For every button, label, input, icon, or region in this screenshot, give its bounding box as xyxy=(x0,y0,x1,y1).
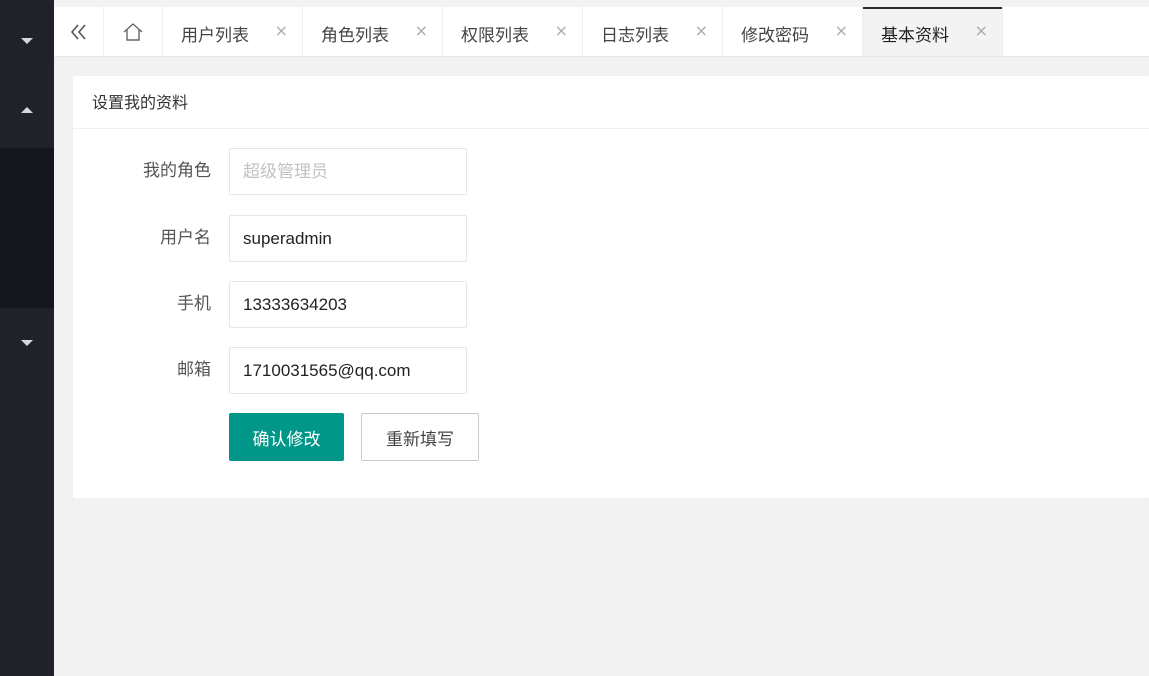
tab-label: 用户列表 xyxy=(181,26,249,46)
close-icon[interactable]: × xyxy=(695,21,708,40)
caret-up-icon xyxy=(21,107,33,113)
tab-role-list[interactable]: 角色列表 × xyxy=(303,7,443,56)
close-icon[interactable]: × xyxy=(975,21,988,40)
email-input[interactable] xyxy=(229,347,467,394)
sidebar xyxy=(0,0,54,676)
close-icon[interactable]: × xyxy=(555,21,568,40)
tab-label: 权限列表 xyxy=(461,26,529,46)
double-chevron-left-icon xyxy=(70,23,86,40)
profile-card: 设置我的资料 我的角色 用户名 手机 邮箱 确认修改 重新填写 xyxy=(73,76,1149,498)
tab-label: 基本资料 xyxy=(881,26,949,46)
card-title: 设置我的资料 xyxy=(73,76,1149,129)
phone-label: 手机 xyxy=(177,294,211,314)
tab-bar: 用户列表 × 角色列表 × 权限列表 × 日志列表 × 修改密码 × 基本资料 … xyxy=(54,7,1149,57)
sidebar-menu-item-1[interactable] xyxy=(0,0,54,82)
collapse-tabs-button[interactable] xyxy=(54,7,104,56)
role-input[interactable] xyxy=(229,148,467,195)
sidebar-menu-item-3[interactable] xyxy=(0,308,54,374)
tab-log-list[interactable]: 日志列表 × xyxy=(583,7,723,56)
caret-down-icon xyxy=(21,340,33,346)
username-label: 用户名 xyxy=(160,228,211,248)
home-tab[interactable] xyxy=(104,7,163,56)
reset-button[interactable]: 重新填写 xyxy=(361,413,479,461)
sidebar-menu-item-2[interactable] xyxy=(0,82,54,148)
phone-input[interactable] xyxy=(229,281,467,328)
username-input[interactable] xyxy=(229,215,467,262)
submit-button[interactable]: 确认修改 xyxy=(229,413,344,461)
tab-user-list[interactable]: 用户列表 × xyxy=(163,7,303,56)
tab-label: 角色列表 xyxy=(321,26,389,46)
home-icon xyxy=(123,22,143,41)
tab-basic-info[interactable]: 基本资料 × xyxy=(863,7,1003,56)
email-label: 邮箱 xyxy=(177,360,211,380)
tab-change-password[interactable]: 修改密码 × xyxy=(723,7,863,56)
close-icon[interactable]: × xyxy=(415,21,428,40)
close-icon[interactable]: × xyxy=(275,21,288,40)
sidebar-submenu xyxy=(0,148,54,308)
tab-permission-list[interactable]: 权限列表 × xyxy=(443,7,583,56)
role-label: 我的角色 xyxy=(143,161,211,181)
caret-down-icon xyxy=(21,38,33,44)
tab-label: 修改密码 xyxy=(741,26,809,46)
close-icon[interactable]: × xyxy=(835,21,848,40)
tab-label: 日志列表 xyxy=(601,26,669,46)
